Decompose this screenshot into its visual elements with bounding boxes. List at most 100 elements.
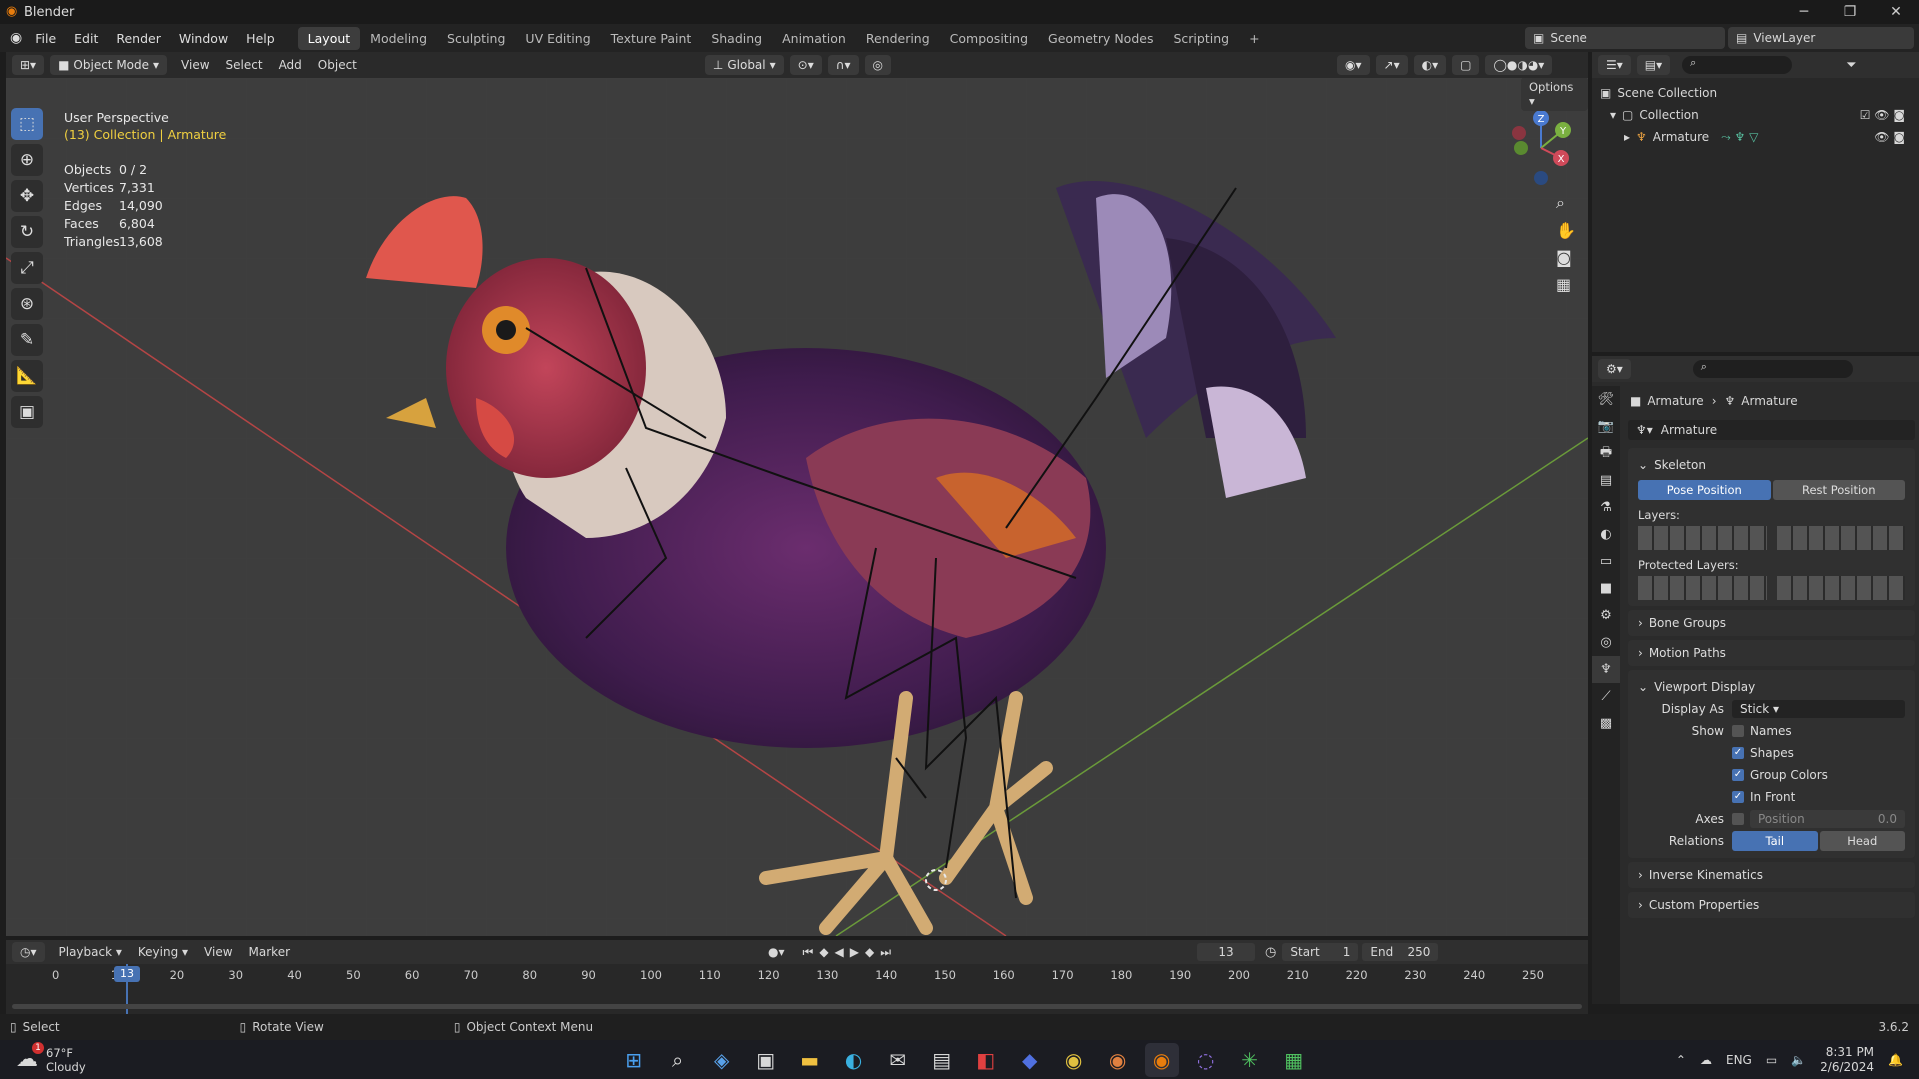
axes-checkbox[interactable] [1732, 813, 1744, 825]
onedrive-icon[interactable]: ☁ [1700, 1053, 1712, 1067]
properties-editor-type-icon[interactable]: ⚙▾ [1598, 359, 1631, 379]
chrome-profile-icon[interactable]: ◉ [1101, 1043, 1135, 1077]
in-front-checkbox[interactable]: ✓ [1732, 791, 1744, 803]
move-tool-icon[interactable]: ✥ [11, 180, 43, 212]
clock[interactable]: 8:31 PM 2/6/2024 [1820, 1045, 1874, 1075]
xray-toggle[interactable]: ▢ [1452, 55, 1480, 75]
search-icon[interactable]: ⌕ [661, 1043, 695, 1077]
menu-playback[interactable]: Playback ▾ [51, 945, 130, 959]
menu-help[interactable]: Help [237, 31, 284, 46]
tab-sculpting[interactable]: Sculpting [437, 27, 515, 50]
view-layer-selector[interactable]: ▤ ViewLayer [1728, 27, 1914, 49]
language-indicator[interactable]: ENG [1726, 1053, 1752, 1067]
start-menu-icon[interactable]: ⊞ [617, 1043, 651, 1077]
tab-compositing[interactable]: Compositing [940, 27, 1038, 50]
mail-app-icon[interactable]: ✉ [881, 1043, 915, 1077]
pose-position-button[interactable]: Pose Position [1638, 480, 1771, 500]
weather-widget[interactable]: ☁ 1 67°F Cloudy [16, 1041, 86, 1074]
office-app-icon[interactable]: ◧ [969, 1043, 1003, 1077]
menu-window[interactable]: Window [170, 31, 237, 46]
names-checkbox[interactable] [1732, 725, 1744, 737]
layers-grid[interactable] [1638, 526, 1905, 550]
view-layer-tab-icon[interactable]: ▤ [1592, 467, 1620, 494]
tab-uv-editing[interactable]: UV Editing [515, 27, 600, 50]
axes-position-field[interactable]: Position 0.0 [1750, 810, 1905, 828]
menu-add[interactable]: Add [271, 58, 310, 72]
group-colors-checkbox[interactable]: ✓ [1732, 769, 1744, 781]
shapes-checkbox[interactable]: ✓ [1732, 747, 1744, 759]
pan-hand-icon[interactable]: ✋ [1556, 221, 1576, 240]
tab-geometry-nodes[interactable]: Geometry Nodes [1038, 27, 1163, 50]
add-cube-tool-icon[interactable]: ▣ [11, 396, 43, 428]
end-frame-field[interactable]: End 250 [1362, 943, 1439, 961]
modifier-tab-icon[interactable]: ⚙ [1592, 602, 1620, 629]
start-frame-field[interactable]: Start 1 [1282, 943, 1359, 961]
app-icon[interactable]: ◆ [1013, 1043, 1047, 1077]
auto-keying-icon[interactable]: ●▾ [768, 945, 785, 959]
store-app-icon[interactable]: ▤ [925, 1043, 959, 1077]
annotate-tool-icon[interactable]: ✎ [11, 324, 43, 356]
texture-tab-icon[interactable]: ▩ [1592, 710, 1620, 737]
add-workspace-button[interactable]: + [1239, 27, 1269, 50]
tab-animation[interactable]: Animation [772, 27, 856, 50]
skeleton-panel-header[interactable]: ⌄ Skeleton [1638, 454, 1905, 476]
armature-row[interactable]: ▸ ♆ Armature ⤳ ♆ ▽ 👁 ◙ [1600, 126, 1911, 148]
gizmo-toggle[interactable]: ↗▾ [1375, 55, 1408, 75]
editor-type-icon[interactable]: ⊞▾ [12, 55, 45, 75]
network-icon[interactable]: ▭ [1766, 1053, 1777, 1067]
viber-app-icon[interactable]: ◌ [1189, 1043, 1223, 1077]
playhead-frame-label[interactable]: 13 [114, 966, 140, 982]
protected-layers-grid[interactable] [1638, 576, 1905, 600]
close-button[interactable]: ✕ [1873, 0, 1919, 24]
scene-selector[interactable]: ▣ Scene [1525, 27, 1725, 49]
menu-object[interactable]: Object [310, 58, 365, 72]
chrome-browser-icon[interactable]: ◉ [1057, 1043, 1091, 1077]
timeline-scrollbar[interactable] [12, 1004, 1582, 1009]
overlay-toggle[interactable]: ◐▾ [1413, 55, 1447, 75]
scale-tool-icon[interactable]: ⤢ [11, 252, 43, 284]
collection-row[interactable]: ▾ ▢ Collection ☑ 👁 ◙ [1600, 104, 1911, 126]
output-tab-icon[interactable]: 🖶 [1592, 440, 1620, 467]
navigation-gizmo[interactable]: Z Y X [1501, 108, 1581, 188]
datablock-selector[interactable]: ♆▾ Armature [1628, 420, 1915, 440]
menu-edit[interactable]: Edit [65, 31, 107, 46]
rotate-tool-icon[interactable]: ↻ [11, 216, 43, 248]
cursor-tool-icon[interactable]: ⊕ [11, 144, 43, 176]
current-frame-field[interactable]: 13 [1197, 943, 1256, 961]
transform-tool-icon[interactable]: ⊛ [11, 288, 43, 320]
timeline-editor-type-icon[interactable]: ◷▾ [12, 942, 45, 962]
playback-controls[interactable]: ⏮◆◀▶◆⏭ [803, 945, 898, 960]
menu-marker[interactable]: Marker [241, 945, 298, 959]
task-view-icon[interactable]: ▣ [749, 1043, 783, 1077]
tab-texture-paint[interactable]: Texture Paint [601, 27, 702, 50]
tool-tab-icon[interactable]: 🛠 [1592, 386, 1620, 413]
bone-tab-icon[interactable]: ⟋ [1592, 683, 1620, 710]
tab-scripting[interactable]: Scripting [1163, 27, 1239, 50]
object-tab-icon[interactable]: ■ [1592, 575, 1620, 602]
pivot-selector[interactable]: ⊙▾ [789, 55, 822, 75]
options-button[interactable]: Options ▾ [1521, 78, 1588, 111]
tab-shading[interactable]: Shading [701, 27, 772, 50]
edge-browser-icon[interactable]: ◐ [837, 1043, 871, 1077]
filter-icon[interactable]: ⏷ [1846, 58, 1856, 73]
mode-selector[interactable]: ■ Object Mode ▾ [50, 55, 168, 75]
snap-toggle[interactable]: ∩▾ [827, 55, 859, 75]
zoom-icon[interactable]: ⌕ [1556, 193, 1576, 213]
menu-view[interactable]: View [173, 58, 217, 72]
tray-overflow-icon[interactable]: ⌃ [1676, 1053, 1686, 1067]
menu-keying[interactable]: Keying ▾ [130, 945, 196, 959]
relations-tail-button[interactable]: Tail [1732, 831, 1818, 851]
shading-modes[interactable]: ◯●◑◕▾ [1485, 55, 1553, 75]
menu-timeline-view[interactable]: View [196, 945, 240, 959]
render-tab-icon[interactable]: 📷 [1592, 413, 1620, 440]
select-box-tool-icon[interactable]: ⬚ [11, 108, 43, 140]
object-visibility-icons[interactable]: 👁 ◙ [1874, 130, 1905, 144]
armature-data-tab-icon[interactable]: ♆ [1592, 656, 1620, 683]
motion-paths-panel[interactable]: › Motion Paths [1628, 640, 1915, 666]
properties-search-input[interactable]: ⌕ [1692, 360, 1853, 378]
blender-taskbar-icon[interactable]: ◉ [1144, 1042, 1179, 1077]
volume-icon[interactable]: 🔈 [1791, 1053, 1806, 1067]
menu-file[interactable]: File [26, 31, 65, 46]
relations-head-button[interactable]: Head [1819, 831, 1905, 851]
maximize-button[interactable]: ❐ [1827, 0, 1873, 24]
